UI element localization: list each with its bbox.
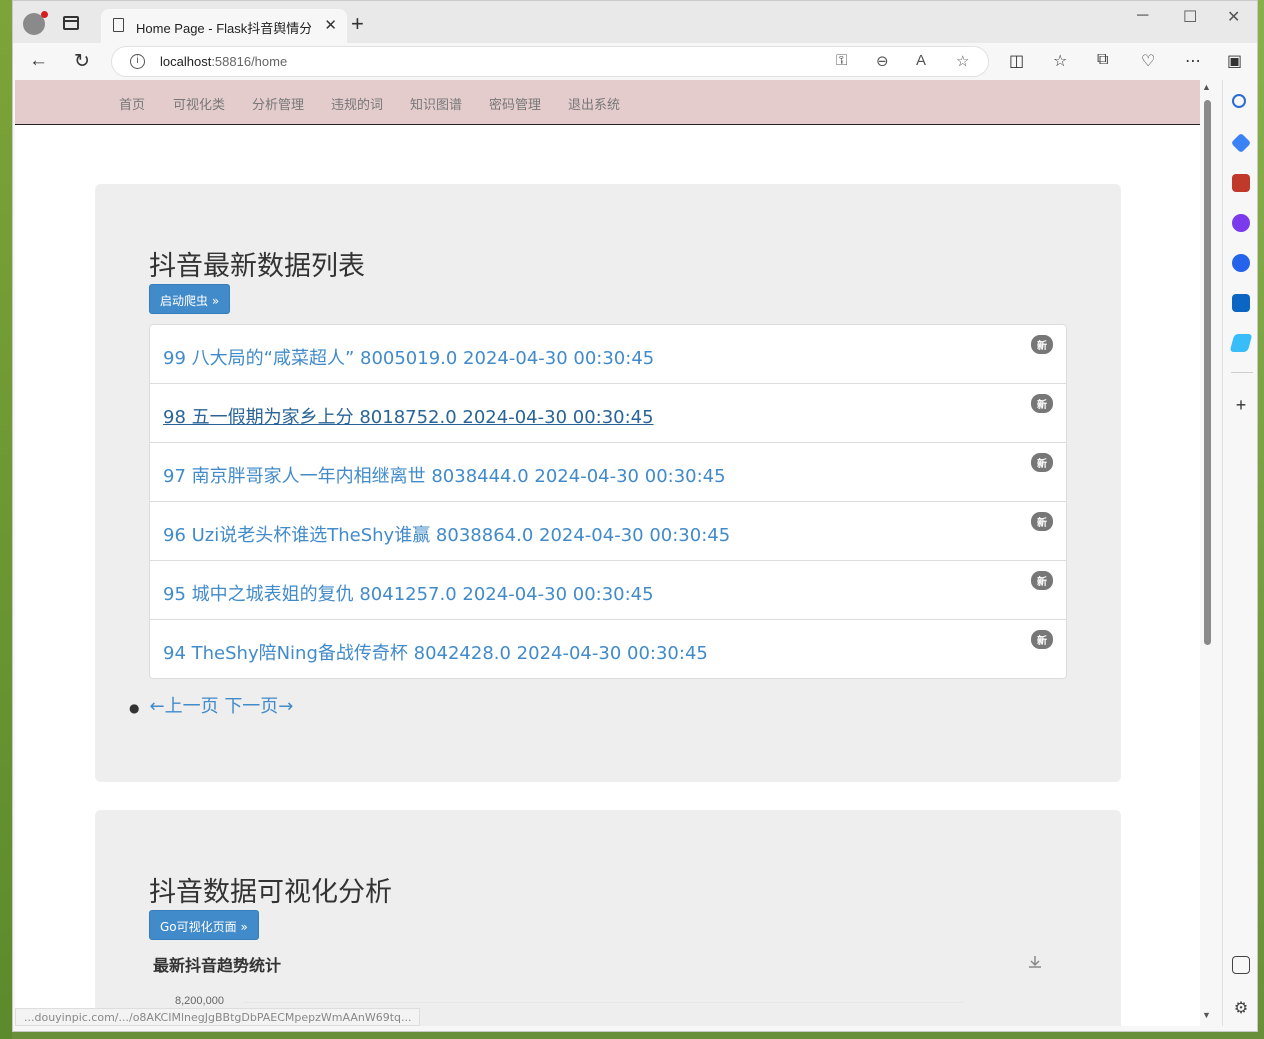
nav-link-banned-words[interactable]: 违规的词: [331, 94, 383, 113]
title-bar: Home Page - Flask抖音舆情分析 ✕ + ─ ☐ ✕: [13, 1, 1257, 43]
new-badge: 新: [1031, 571, 1053, 590]
y-axis-tick-label: 8,200,000: [175, 995, 224, 1007]
key-icon[interactable]: ⚿: [836, 52, 847, 69]
tab-actions-icon[interactable]: [63, 16, 79, 30]
url-text: localhost:58816/home: [160, 54, 287, 69]
link-status-bar: ...douyinpic.com/.../o8AKCIMlnegJgBBtgDb…: [15, 1008, 421, 1026]
page-icon: [113, 18, 124, 32]
chart-title: 最新抖音趋势统计: [153, 956, 282, 975]
refresh-icon[interactable]: ↻: [74, 50, 90, 73]
nav-link-knowledge-graph[interactable]: 知识图谱: [410, 94, 462, 113]
games-icon[interactable]: [1232, 214, 1250, 232]
list-item-link[interactable]: 98 五一假期为家乡上分 8018752.0 2024-04-30 00:30:…: [163, 403, 654, 429]
add-icon[interactable]: +: [1232, 396, 1250, 414]
screenshot-icon[interactable]: [1232, 956, 1250, 974]
list-item-link[interactable]: 95 城中之城表姐的复仇 8041257.0 2024-04-30 00:30:…: [163, 580, 654, 606]
settings-gear-icon[interactable]: ⚙: [1232, 1000, 1250, 1018]
chart-line: [795, 1010, 945, 1026]
favorites-icon[interactable]: ☆: [1053, 51, 1067, 71]
new-badge: 新: [1031, 512, 1053, 531]
visualization-panel: 抖音数据可视化分析 Go可视化页面 » 最新抖音趋势统计 8,200,000: [95, 810, 1121, 1026]
list-item: 95 城中之城表姐的复仇 8041257.0 2024-04-30 00:30:…: [149, 560, 1067, 620]
nav-link-visualization[interactable]: 可视化类: [173, 94, 225, 113]
nav-link-password[interactable]: 密码管理: [489, 94, 541, 113]
nav-link-analysis[interactable]: 分析管理: [252, 94, 304, 113]
browser-window: Home Page - Flask抖音舆情分析 ✕ + ─ ☐ ✕ ← ↻ i …: [12, 0, 1258, 1032]
prev-page-link[interactable]: ←上一页: [149, 696, 218, 717]
site-info-icon[interactable]: i: [130, 54, 145, 69]
scroll-down-icon[interactable]: ▼: [1202, 1010, 1211, 1020]
list-item: 96 Uzi说老头杯谁选TheShy谁赢 8038864.0 2024-04-3…: [149, 501, 1067, 561]
new-badge: 新: [1031, 394, 1053, 413]
site-navbar: 首页 可视化类 分析管理 违规的词 知识图谱 密码管理 退出系统: [15, 80, 1200, 125]
page-scrollbar[interactable]: ▲ ▼: [1200, 80, 1214, 1026]
list-item-link[interactable]: 97 南京胖哥家人一年内相继离世 8038444.0 2024-04-30 00…: [163, 462, 726, 488]
nav-link-logout[interactable]: 退出系统: [568, 94, 620, 113]
tools-briefcase-icon[interactable]: [1232, 174, 1250, 192]
page-viewport: 首页 可视化类 分析管理 违规的词 知识图谱 密码管理 退出系统 抖音最新数据列…: [15, 80, 1200, 1026]
read-aloud-icon[interactable]: A: [916, 52, 926, 69]
scroll-up-icon[interactable]: ▲: [1202, 82, 1211, 92]
navigation-bar: ← ↻ i localhost:58816/home ⚿ ⊖ A ☆ ◫ ☆ ⧉…: [13, 43, 1257, 80]
pagination: ● ←上一页 下一页→: [129, 692, 293, 718]
send-icon[interactable]: [1229, 334, 1253, 352]
list-item: 94 TheShy陪Ning备战传奇杯 8042428.0 2024-04-30…: [149, 619, 1067, 679]
new-badge: 新: [1031, 335, 1053, 354]
profile-avatar-icon[interactable]: [23, 11, 48, 35]
download-icon[interactable]: [1027, 954, 1043, 970]
section-title: 抖音数据可视化分析: [149, 877, 392, 908]
outlook-icon[interactable]: [1232, 294, 1250, 312]
latest-data-panel: 抖音最新数据列表 启动爬虫 » 99 八大局的“咸菜超人” 8005019.0 …: [95, 184, 1121, 782]
shopping-tag-icon[interactable]: [1230, 132, 1252, 154]
tab-close-icon[interactable]: ✕: [324, 16, 337, 34]
desktop-background-left: [0, 0, 12, 1039]
url-host: localhost: [160, 54, 212, 69]
search-icon[interactable]: [1232, 94, 1246, 108]
minimize-icon[interactable]: ─: [1137, 7, 1148, 25]
tab-title: Home Page - Flask抖音舆情分析: [136, 21, 311, 36]
edge-sidebar: + ⚙: [1222, 80, 1257, 1026]
list-item-link[interactable]: 94 TheShy陪Ning备战传奇杯 8042428.0 2024-04-30…: [163, 639, 708, 665]
new-badge: 新: [1031, 453, 1053, 472]
close-window-icon[interactable]: ✕: [1227, 7, 1240, 27]
performance-icon[interactable]: ♡: [1141, 51, 1155, 71]
list-item-link[interactable]: 99 八大局的“咸菜超人” 8005019.0 2024-04-30 00:30…: [163, 344, 654, 370]
split-screen-icon[interactable]: ◫: [1009, 51, 1024, 71]
favorite-star-icon[interactable]: ☆: [956, 52, 969, 70]
new-badge: 新: [1031, 630, 1053, 649]
chart-gridline: [243, 1002, 963, 1003]
nav-link-home[interactable]: 首页: [119, 94, 145, 113]
url-path: :58816/home: [211, 54, 288, 69]
copilot-icon[interactable]: [1232, 254, 1250, 272]
list-item: 98 五一假期为家乡上分 8018752.0 2024-04-30 00:30:…: [149, 383, 1067, 443]
sidebar-divider: [1231, 372, 1253, 373]
list-item: 99 八大局的“咸菜超人” 8005019.0 2024-04-30 00:30…: [149, 324, 1067, 384]
section-title: 抖音最新数据列表: [149, 251, 365, 282]
back-icon[interactable]: ←: [29, 50, 48, 72]
zoom-out-icon[interactable]: ⊖: [876, 52, 889, 70]
bullet-icon: ●: [129, 701, 140, 715]
data-list: 99 八大局的“咸菜超人” 8005019.0 2024-04-30 00:30…: [149, 324, 1067, 679]
go-visualization-button[interactable]: Go可视化页面 »: [149, 910, 259, 940]
more-menu-icon[interactable]: ⋯: [1185, 51, 1201, 71]
list-item-link[interactable]: 96 Uzi说老头杯谁选TheShy谁赢 8038864.0 2024-04-3…: [163, 521, 730, 547]
sidebar-toggle-icon[interactable]: ▣: [1227, 51, 1242, 71]
collections-icon[interactable]: ⧉: [1097, 51, 1108, 69]
next-page-link[interactable]: 下一页→: [224, 696, 293, 717]
list-item: 97 南京胖哥家人一年内相继离世 8038444.0 2024-04-30 00…: [149, 442, 1067, 502]
address-bar[interactable]: i localhost:58816/home ⚿ ⊖ A ☆: [111, 46, 989, 77]
start-crawler-button[interactable]: 启动爬虫 »: [149, 284, 231, 314]
new-tab-icon[interactable]: +: [351, 11, 364, 37]
scroll-thumb[interactable]: [1204, 100, 1211, 645]
browser-tab[interactable]: Home Page - Flask抖音舆情分析 ✕: [101, 9, 347, 43]
maximize-icon[interactable]: ☐: [1183, 7, 1197, 27]
